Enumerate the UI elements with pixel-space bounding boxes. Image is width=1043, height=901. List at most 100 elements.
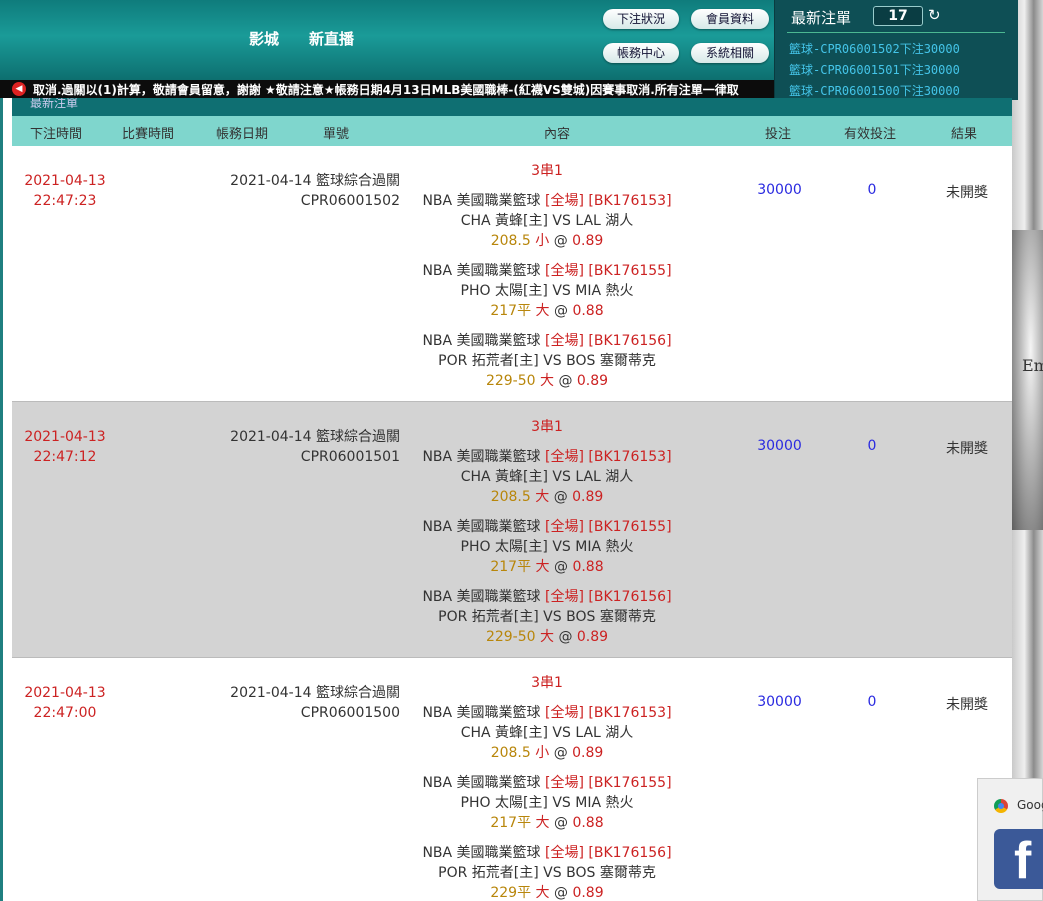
event-code: [BK176153] — [588, 449, 672, 465]
col-result: 結果 — [951, 127, 978, 142]
bet-date: 2021-04-13 — [24, 173, 106, 189]
popup-text: Goog — [1017, 798, 1043, 812]
latest-bet-item[interactable]: 籃球-CPR06001500下注30000 — [789, 82, 960, 99]
pick: 大 — [535, 885, 550, 901]
event-code: [BK176153] — [588, 705, 672, 721]
col-content: 內容 — [544, 127, 571, 142]
league: NBA 美國職業籃球 — [422, 775, 541, 791]
latest-bets-title: 最新注單 — [791, 9, 852, 27]
odds: 0.89 — [576, 373, 609, 389]
member-info-button[interactable]: 會員資料 — [691, 9, 769, 29]
pick: 大 — [535, 559, 550, 575]
bet-leg: NBA 美國職業籃球 [全場] [BK176155] PHO 太陽[主] VS M… — [402, 773, 692, 833]
teams: CHA 黃蜂[主] VS LAL 湖人 — [460, 213, 634, 229]
result: 未開獎 — [946, 441, 988, 457]
bet-type: 籃球綜合過關 — [316, 685, 400, 701]
bet-time: 2021-04-13 22:47:12 — [15, 427, 115, 467]
bet-clock: 22:47:00 — [33, 705, 97, 721]
bet-content: 3串1 NBA 美國職業籃球 [全場] [BK176153] CHA 黃蜂[主] V… — [402, 161, 692, 391]
league: NBA 美國職業籃球 — [422, 333, 541, 349]
pick: 大 — [535, 815, 550, 831]
announcement-text: 取消.過關以(1)計算，敬請會員留意，謝謝 ★敬請注意★帳務日期4月13日MLB… — [33, 83, 739, 97]
table-row: 2021-04-13 22:47:23 2021-04-14 籃球綜合過關 CPR06… — [12, 146, 1012, 402]
nav-cinema[interactable]: 影城 — [249, 28, 279, 49]
scope: [全場] — [545, 333, 584, 349]
col-account-date: 帳務日期 — [216, 127, 269, 142]
account-info: 2021-04-14 籃球綜合過關 CPR06001502 — [192, 171, 400, 211]
bet-leg: NBA 美國職業籃球 [全場] [BK176156] POR 拓荒者[主] VS … — [402, 587, 692, 647]
league: NBA 美國職業籃球 — [422, 193, 541, 209]
odds: 0.89 — [572, 885, 604, 901]
teams: POR 拓荒者[主] VS BOS 塞爾蒂克 — [438, 865, 656, 881]
background-photo: Em — [1012, 0, 1043, 901]
account-date: 2021-04-14 — [230, 173, 312, 189]
bet-content: 3串1 NBA 美國職業籃球 [全場] [BK176153] CHA 黃蜂[主] V… — [402, 417, 692, 647]
league: NBA 美國職業籃球 — [422, 705, 541, 721]
account-center-button[interactable]: 帳務中心 — [603, 43, 679, 63]
valid-stake: 0 — [867, 694, 877, 710]
line: 229-50 — [485, 373, 536, 389]
odds: 0.89 — [576, 629, 609, 645]
odds: 0.89 — [572, 745, 604, 761]
col-stake: 投注 — [765, 127, 792, 142]
table-header: 下注時間 比賽時間 帳務日期 單號 內容 投注 有效投注 結果 — [12, 116, 1012, 146]
facebook-icon[interactable]: f — [994, 829, 1043, 889]
league: NBA 美國職業籃球 — [422, 845, 541, 861]
bet-type: 籃球綜合過關 — [316, 429, 400, 445]
refresh-icon[interactable]: ↻ — [928, 6, 941, 24]
odds: 0.88 — [572, 559, 604, 575]
pick: 小 — [535, 233, 550, 249]
pick: 小 — [535, 745, 550, 761]
line: 217平 — [490, 303, 532, 319]
scope: [全場] — [545, 775, 584, 791]
announcement-marquee: ◀ 取消.過關以(1)計算，敬請會員留意，謝謝 ★敬請注意★帳務日期4月13日M… — [0, 80, 774, 98]
odds: 0.88 — [572, 303, 604, 319]
bet-leg: NBA 美國職業籃球 [全場] [BK176156] POR 拓荒者[主] VS … — [402, 843, 692, 901]
result: 未開獎 — [946, 697, 988, 713]
teams: POR 拓荒者[主] VS BOS 塞爾蒂克 — [438, 353, 656, 369]
odds: 0.89 — [572, 489, 604, 505]
valid-stake: 0 — [867, 438, 877, 454]
scope: [全場] — [545, 589, 584, 605]
teams: POR 拓荒者[主] VS BOS 塞爾蒂克 — [438, 609, 656, 625]
bet-type: 籃球綜合過關 — [316, 173, 400, 189]
scope: [全場] — [545, 263, 584, 279]
event-code: [BK176156] — [588, 589, 672, 605]
background-word: Em — [1022, 356, 1043, 375]
pick: 大 — [535, 303, 550, 319]
order-number: CPR06001500 — [300, 705, 400, 721]
bet-leg: NBA 美國職業籃球 [全場] [BK176153] CHA 黃蜂[主] VS L… — [402, 447, 692, 507]
line: 229平 — [490, 885, 532, 901]
latest-bets-panel: 最新注單 17 ↻ 籃球-CPR06001502下注30000 籃球-CPR06… — [774, 0, 1018, 100]
bet-leg: NBA 美國職業籃球 [全場] [BK176155] PHO 太陽[主] VS M… — [402, 517, 692, 577]
line: 217平 — [490, 815, 532, 831]
col-bet-time: 下注時間 — [30, 127, 83, 142]
line: 217平 — [490, 559, 532, 575]
bet-status-button[interactable]: 下注狀況 — [603, 9, 679, 29]
google-popup[interactable]: Goog f — [977, 778, 1043, 901]
account-info: 2021-04-14 籃球綜合過關 CPR06001500 — [192, 683, 400, 723]
parlay-type: 3串1 — [531, 675, 563, 691]
bet-leg: NBA 美國職業籃球 [全場] [BK176153] CHA 黃蜂[主] VS L… — [402, 191, 692, 251]
system-related-button[interactable]: 系統相關 — [691, 43, 769, 63]
bet-date: 2021-04-13 — [24, 429, 106, 445]
col-valid-stake: 有效投注 — [844, 127, 897, 142]
teams: PHO 太陽[主] VS MIA 熱火 — [460, 283, 634, 299]
latest-bets-count: 17 — [873, 6, 923, 26]
latest-bet-item[interactable]: 籃球-CPR06001502下注30000 — [789, 40, 960, 57]
table-row: 2021-04-13 22:47:00 2021-04-14 籃球綜合過關 CPR06… — [12, 658, 1012, 901]
parlay-type: 3串1 — [531, 419, 563, 435]
bets-table: 最新注單 下注時間 比賽時間 帳務日期 單號 內容 投注 有效投注 結果 202… — [12, 98, 1012, 901]
nav-live[interactable]: 新直播 — [309, 28, 354, 49]
scope: [全場] — [545, 705, 584, 721]
latest-bet-item[interactable]: 籃球-CPR06001501下注30000 — [789, 61, 960, 78]
bet-leg: NBA 美國職業籃球 [全場] [BK176153] CHA 黃蜂[主] VS L… — [402, 703, 692, 763]
bet-date: 2021-04-13 — [24, 685, 106, 701]
account-date: 2021-04-14 — [230, 685, 312, 701]
line: 208.5 — [490, 233, 531, 249]
player-shade — [1012, 230, 1043, 530]
left-strip — [0, 96, 3, 901]
stake: 30000 — [757, 694, 802, 710]
scope: [全場] — [545, 193, 584, 209]
stake: 30000 — [757, 182, 802, 198]
